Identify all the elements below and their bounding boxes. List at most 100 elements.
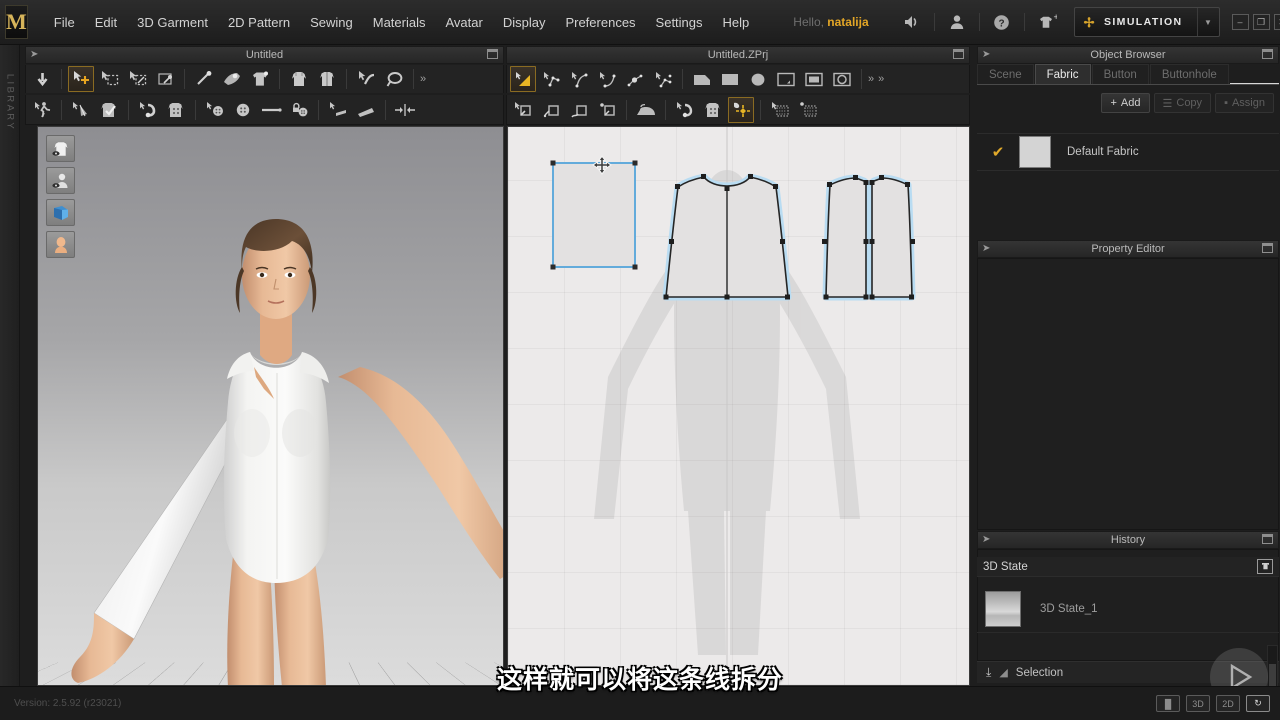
polygon-tool[interactable] — [510, 66, 536, 92]
menu-item-display[interactable]: Display — [493, 9, 556, 36]
user-account-icon[interactable] — [944, 9, 970, 35]
help-icon[interactable]: ? — [989, 9, 1015, 35]
menu-item-3d-garment[interactable]: 3D Garment — [127, 9, 218, 36]
property-editor-body[interactable] — [977, 258, 1279, 530]
curve-edit-tool[interactable] — [594, 66, 620, 92]
library-rail[interactable]: LIBRARY — [0, 45, 20, 700]
fold-arrange-tool[interactable] — [68, 97, 94, 123]
menu-item-edit[interactable]: Edit — [85, 9, 127, 36]
float-panel-icon-2d[interactable] — [953, 49, 964, 59]
rectangle-shape-tool[interactable] — [717, 66, 743, 92]
menu-item-2d-pattern[interactable]: 2D Pattern — [218, 9, 300, 36]
menu-item-sewing[interactable]: Sewing — [300, 9, 363, 36]
menu-item-materials[interactable]: Materials — [363, 9, 436, 36]
float-panel-icon-history[interactable] — [1262, 534, 1273, 544]
button-2d-tool[interactable] — [700, 97, 726, 123]
view-2d-button[interactable]: 2D — [1216, 695, 1240, 712]
edit-point-tool[interactable] — [538, 66, 564, 92]
simulation-dropdown-arrow[interactable]: ▼ — [1196, 8, 1219, 36]
inner-polygon-tool[interactable] — [773, 66, 799, 92]
split-view-button[interactable]: ▐▌ — [1156, 695, 1180, 712]
simulation-button[interactable]: ✢ SIMULATION — [1075, 8, 1197, 36]
toolbar-2d-overflow-1[interactable]: » — [865, 73, 875, 85]
lock-button-tool[interactable] — [286, 97, 312, 123]
free-sew-tool[interactable] — [566, 97, 592, 123]
viewport-2d[interactable] — [507, 126, 970, 686]
tack-tool[interactable] — [219, 66, 245, 92]
toolbar-2d-overflow-2[interactable]: » — [875, 73, 885, 85]
button-tool[interactable] — [230, 97, 256, 123]
fabric-swatch[interactable] — [1019, 136, 1051, 168]
restore-button[interactable]: ❐ — [1252, 14, 1270, 30]
copy-button[interactable]: ☰ Copy — [1153, 93, 1212, 113]
toolbar-3d-overflow[interactable]: » — [417, 73, 427, 85]
pattern-layout-tool[interactable] — [767, 97, 793, 123]
menu-item-file[interactable]: File — [44, 9, 85, 36]
float-panel-icon[interactable] — [487, 49, 498, 59]
tab-scene[interactable]: Scene — [977, 64, 1034, 84]
app-logo[interactable]: M — [5, 5, 28, 39]
flatten-tool[interactable] — [286, 66, 312, 92]
show-texture-toggle[interactable] — [46, 199, 75, 226]
history-item[interactable]: 3D State_1 — [977, 585, 1279, 633]
trace-tool[interactable] — [728, 96, 754, 123]
minimize-button[interactable]: – — [1231, 14, 1249, 30]
float-panel-icon-object-browser[interactable] — [1262, 49, 1273, 59]
close-button[interactable]: ✕ — [1273, 14, 1280, 30]
polygon-shape-tool[interactable] — [689, 66, 715, 92]
viewport-3d[interactable] — [37, 126, 504, 686]
tab-fabric[interactable]: Fabric — [1034, 64, 1091, 84]
copy-sew-tool[interactable] — [594, 97, 620, 123]
pin-icon-property-editor[interactable]: ➤ — [982, 244, 990, 254]
pin-icon-object-browser[interactable]: ➤ — [982, 50, 990, 60]
align-tool[interactable] — [392, 97, 418, 123]
history-snapshot-icon[interactable] — [1257, 559, 1273, 574]
show-avatar-toggle[interactable] — [46, 167, 75, 194]
garment-check-tool[interactable] — [96, 97, 122, 123]
simulation-control[interactable]: ✢ SIMULATION ▼ — [1073, 7, 1220, 37]
view-3d-button[interactable]: 3D — [1186, 695, 1210, 712]
round-point-tool[interactable] — [622, 66, 648, 92]
symmetric-tool[interactable] — [314, 66, 340, 92]
button-garment-tool[interactable] — [163, 97, 189, 123]
avatar-walk-tool[interactable] — [29, 97, 55, 123]
chevron-double-down-icon-selection[interactable]: ⤓ — [986, 665, 991, 680]
show-skin-toggle[interactable] — [46, 231, 75, 258]
volume-icon[interactable] — [899, 9, 925, 35]
rect-select-tool[interactable] — [96, 66, 122, 92]
assign-button[interactable]: ▪ Assign — [1215, 93, 1274, 113]
free-select-tool[interactable] — [124, 66, 150, 92]
circle-shape-tool[interactable] — [745, 66, 771, 92]
sew-tool[interactable] — [510, 97, 536, 123]
sync-button[interactable]: ↻ — [1246, 695, 1270, 712]
fabric-checked-icon[interactable]: ✔ — [977, 143, 1019, 161]
inner-rectangle-tool[interactable] — [801, 66, 827, 92]
button-head-tool[interactable] — [202, 97, 228, 123]
zipper-2d-tool[interactable] — [672, 97, 698, 123]
pattern-arrange-tool[interactable] — [795, 97, 821, 123]
fabric-list-item[interactable]: ✔ Default Fabric — [977, 133, 1279, 171]
show-garment-toggle[interactable] — [46, 135, 75, 162]
arrow-down-tool[interactable] — [29, 66, 55, 92]
pattern-canvas[interactable] — [508, 127, 970, 686]
curve-point-tool[interactable] — [566, 66, 592, 92]
menu-item-preferences[interactable]: Preferences — [555, 9, 645, 36]
garment-fold-tool[interactable] — [247, 66, 273, 92]
menu-item-avatar[interactable]: Avatar — [435, 9, 492, 36]
menu-item-settings[interactable]: Settings — [646, 9, 713, 36]
history-section-header[interactable]: 3D State — [977, 557, 1279, 577]
pin-tool[interactable] — [191, 66, 217, 92]
lasso-tool[interactable] — [381, 66, 407, 92]
zipper-tool[interactable] — [135, 97, 161, 123]
pin-icon[interactable]: ➤ — [30, 50, 38, 60]
iron-tool[interactable] — [633, 97, 659, 123]
float-panel-icon-property-editor[interactable] — [1262, 243, 1273, 253]
tab-buttonhole[interactable]: Buttonhole — [1149, 64, 1229, 84]
line-tool[interactable] — [258, 97, 284, 123]
add-garment-icon[interactable]: + — [1034, 9, 1060, 35]
curve-tool[interactable] — [353, 66, 379, 92]
pin-icon-history[interactable]: ➤ — [982, 535, 990, 545]
add-button[interactable]: + Add — [1101, 93, 1150, 113]
segment-tool[interactable] — [650, 66, 676, 92]
pin-drag-tool[interactable] — [152, 66, 178, 92]
